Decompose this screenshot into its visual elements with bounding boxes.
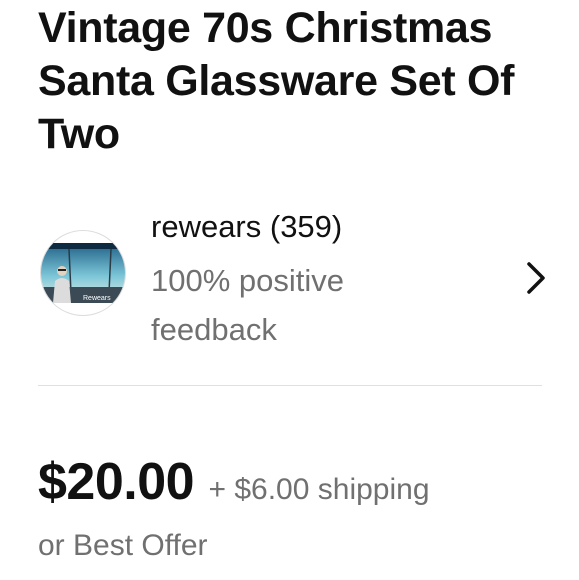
listing-title: Vintage 70s Christmas Santa Glassware Se… [38, 4, 515, 158]
avatar-caption: Rewears [83, 295, 111, 302]
seller-avatar[interactable]: Rewears [40, 230, 126, 316]
shipping-cost: + $6.00 shipping [208, 473, 430, 506]
chevron-right-icon[interactable] [523, 258, 551, 298]
best-offer-text: or Best Offer [38, 529, 208, 562]
seller-info-row[interactable]: Rewears rewears (359) 100% positive feed… [38, 200, 558, 350]
seller-avatar-image: Rewears [41, 243, 125, 303]
price-row: $20.00 + $6.00 shipping [38, 452, 430, 512]
seller-feedback-score: 100% positive feedback [151, 263, 345, 347]
seller-name[interactable]: rewears (359) [151, 208, 342, 246]
item-price: $20.00 [38, 453, 195, 511]
section-divider [38, 385, 542, 386]
